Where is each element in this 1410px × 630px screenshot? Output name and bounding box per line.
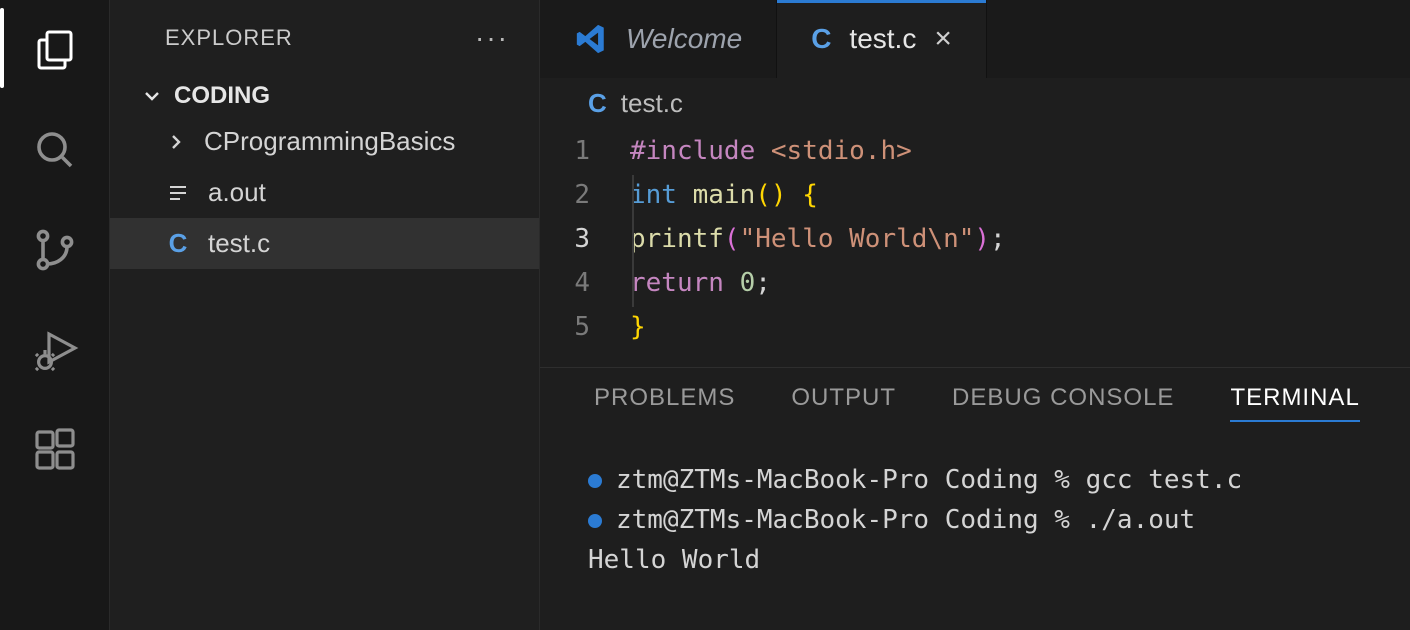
folder-item-label: CProgrammingBasics: [204, 126, 455, 157]
line-number: 5: [560, 305, 590, 349]
panel-tab-debug-console[interactable]: DEBUG CONSOLE: [952, 384, 1174, 422]
file-item-label: a.out: [208, 177, 266, 208]
c-file-icon: C: [811, 23, 831, 55]
explorer-sidebar: EXPLORER ··· CODING CProgrammingBasics a…: [110, 0, 540, 630]
line-number: 4: [560, 261, 590, 305]
code-content: #include <stdio.h>int main() { printf("H…: [630, 129, 1006, 349]
tab-bar: Welcome C test.c ×: [540, 0, 1410, 78]
folder-header[interactable]: CODING: [110, 76, 539, 116]
activity-bar: [0, 0, 110, 630]
code-editor[interactable]: 12345 #include <stdio.h>int main() { pri…: [540, 129, 1410, 349]
code-line: int main() {: [630, 173, 1006, 217]
line-number: 3: [560, 217, 590, 261]
terminal-line: ztm@ZTMs-MacBook-Pro Coding % ./a.out: [588, 500, 1410, 540]
line-number: 2: [560, 173, 590, 217]
tab-label: Welcome: [626, 23, 742, 55]
breadcrumb-label: test.c: [621, 88, 683, 119]
activity-extensions[interactable]: [25, 420, 85, 480]
close-icon[interactable]: ×: [934, 22, 952, 56]
code-line: #include <stdio.h>: [630, 129, 1006, 173]
activity-source-control[interactable]: [25, 220, 85, 280]
line-number: 1: [560, 129, 590, 173]
terminal-output[interactable]: ztm@ZTMs-MacBook-Pro Coding % gcc test.c…: [540, 438, 1410, 580]
folder-item-cprogrammingbasics[interactable]: CProgrammingBasics: [110, 116, 539, 167]
activity-explorer[interactable]: [25, 20, 85, 80]
c-file-icon: C: [164, 228, 192, 259]
terminal-line: ztm@ZTMs-MacBook-Pro Coding % gcc test.c: [588, 460, 1410, 500]
vscode-logo-icon: [574, 22, 608, 56]
panel-tab-output[interactable]: OUTPUT: [791, 384, 896, 422]
main-area: Welcome C test.c × C test.c 12345 #inclu…: [540, 0, 1410, 630]
folder-name: CODING: [174, 82, 270, 110]
code-line: }: [630, 305, 1006, 349]
c-file-icon: C: [588, 88, 607, 119]
tab-welcome[interactable]: Welcome: [540, 0, 777, 78]
file-item-label: test.c: [208, 228, 270, 259]
prompt-bullet-icon: [588, 514, 602, 528]
chevron-right-icon: [164, 130, 188, 154]
prompt-bullet-icon: [588, 474, 602, 488]
activity-search[interactable]: [25, 120, 85, 180]
activity-run-debug[interactable]: [25, 320, 85, 380]
indent-guide: [632, 175, 634, 307]
chevron-down-icon: [140, 84, 164, 108]
lines-icon: [164, 181, 192, 205]
tab-label: test.c: [849, 23, 916, 55]
line-gutter: 12345: [560, 129, 630, 349]
breadcrumb[interactable]: C test.c: [540, 78, 1410, 129]
code-line: return 0;: [630, 261, 1006, 305]
tab-testc[interactable]: C test.c ×: [777, 0, 987, 78]
file-item-aout[interactable]: a.out: [110, 167, 539, 218]
code-line: printf("Hello World\n");: [630, 217, 1006, 261]
explorer-more-icon[interactable]: ···: [475, 22, 509, 54]
panel-tab-problems[interactable]: PROBLEMS: [594, 384, 735, 422]
terminal-line: Hello World: [588, 540, 1410, 580]
file-item-testc[interactable]: C test.c: [110, 218, 539, 269]
panel-tabs: PROBLEMS OUTPUT DEBUG CONSOLE TERMINAL: [540, 368, 1410, 438]
explorer-title: EXPLORER: [165, 25, 293, 51]
panel-tab-terminal[interactable]: TERMINAL: [1230, 384, 1359, 422]
bottom-panel: PROBLEMS OUTPUT DEBUG CONSOLE TERMINAL ztm@…: [540, 367, 1410, 580]
